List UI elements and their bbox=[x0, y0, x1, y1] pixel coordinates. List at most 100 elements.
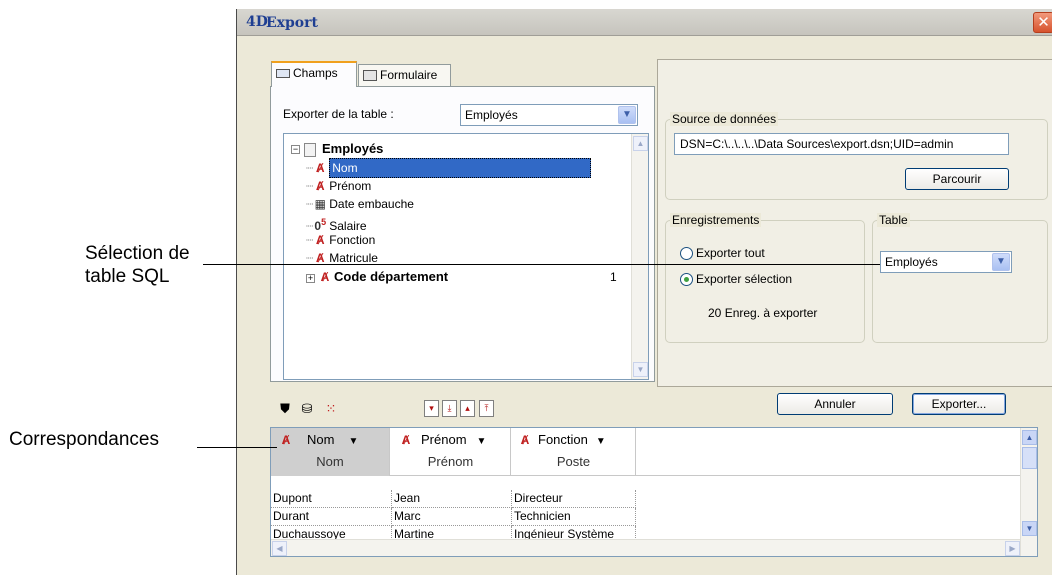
table-cell: Technicien bbox=[512, 508, 636, 526]
table-cell: Martine bbox=[392, 526, 512, 540]
window-title: Export bbox=[266, 15, 318, 31]
tree-field-label: Fonction bbox=[329, 233, 376, 247]
alpha-field-icon: Ⱥ bbox=[315, 161, 325, 175]
tree-field-label: Nom bbox=[329, 158, 592, 178]
tree-field-date-embauche[interactable]: ┈▦ Date embauche bbox=[306, 195, 414, 213]
chevron-down-icon[interactable]: ▼ bbox=[618, 106, 636, 124]
tree-field-label: Matricule bbox=[329, 251, 378, 265]
fields-tab-icon bbox=[276, 69, 290, 79]
table-cell: Marc bbox=[392, 508, 512, 526]
export-button[interactable]: Exporter... bbox=[912, 393, 1006, 415]
tree-field-prenom[interactable]: ┈ Ⱥ Prénom bbox=[306, 177, 371, 195]
move-down-icon[interactable]: ▾ bbox=[424, 400, 439, 417]
tree-related-count: 1 bbox=[610, 270, 617, 284]
sql-table-value: Employés bbox=[885, 255, 938, 269]
scroll-thumb[interactable] bbox=[1022, 447, 1037, 469]
table-cell: Dupont bbox=[271, 490, 392, 508]
mapping-column-sql: Poste bbox=[556, 454, 591, 469]
collapse-icon[interactable]: − bbox=[291, 145, 300, 154]
export-table-label: Exporter de la table : bbox=[283, 107, 394, 121]
callout-table-sql-line1: Sélection de bbox=[85, 243, 190, 264]
records-count-value: 20 bbox=[708, 306, 722, 320]
tree-root-label: Employés bbox=[322, 141, 384, 156]
close-button[interactable]: ✕ bbox=[1033, 12, 1052, 33]
mapping-rows: Dupont Jean Directeur Durant Marc Techni… bbox=[271, 490, 1021, 540]
mapping-column-2[interactable]: Ⱥ Fonction ▼ Poste bbox=[512, 428, 636, 476]
export-all-label[interactable]: Exporter tout bbox=[696, 246, 765, 260]
export-table-value: Employés bbox=[465, 108, 518, 122]
tab-champs[interactable]: Champs bbox=[271, 61, 357, 87]
mapping-column-sql: Nom bbox=[316, 454, 344, 469]
table-group-title: Table bbox=[877, 213, 910, 227]
close-icon: ✕ bbox=[1037, 14, 1050, 31]
alpha-field-icon: Ⱥ bbox=[315, 179, 325, 193]
export-selection-radio[interactable] bbox=[680, 273, 693, 286]
dsn-field[interactable]: DSN=C:\..\..\..\Data Sources\export.dsn;… bbox=[674, 133, 1009, 155]
table-group bbox=[872, 220, 1048, 343]
table-cell: Ingénieur Système bbox=[512, 526, 636, 540]
table-cell: Directeur bbox=[512, 490, 636, 508]
add-field-icon[interactable]: ⛊ bbox=[276, 400, 294, 418]
table-cell: Jean bbox=[392, 490, 512, 508]
callout-table-sql: Sélection de table SQL bbox=[85, 242, 190, 288]
tree-field-label: Prénom bbox=[329, 179, 372, 193]
clear-icon[interactable]: ⁙ bbox=[322, 400, 340, 418]
alpha-field-icon: Ⱥ bbox=[281, 433, 291, 447]
export-all-radio[interactable] bbox=[680, 247, 693, 260]
tree-related-field[interactable]: Ⱥ Code département bbox=[318, 268, 448, 286]
tab-formulaire[interactable]: Formulaire bbox=[358, 64, 451, 87]
table-icon bbox=[304, 142, 316, 157]
chevron-down-icon[interactable]: ▼ bbox=[596, 436, 606, 447]
chevron-down-icon[interactable]: ▼ bbox=[348, 436, 358, 447]
tab-formulaire-label: Formulaire bbox=[380, 68, 438, 82]
mapping-hscrollbar[interactable]: ◀ ▶ bbox=[271, 539, 1021, 556]
scroll-right-icon[interactable]: ▶ bbox=[1005, 541, 1020, 556]
app-logo: 4D bbox=[246, 14, 268, 30]
export-dialog: 4D Export ✕ Champs Formulaire Exporter d… bbox=[236, 9, 1052, 575]
export-table-select[interactable]: Employés ▼ bbox=[460, 104, 638, 126]
tree-field-salaire[interactable]: ┈05 Salaire bbox=[306, 213, 367, 233]
move-up-icon[interactable]: ▴ bbox=[460, 400, 475, 417]
move-top-icon[interactable]: ⤒ bbox=[479, 400, 494, 417]
fields-tree[interactable]: − Employés ┈ Ⱥ Nom ┈ Ⱥ Prénom ┈▦ Date embauch… bbox=[283, 133, 649, 380]
chevron-down-icon[interactable]: ▼ bbox=[477, 436, 487, 447]
alpha-field-icon: Ⱥ bbox=[320, 270, 330, 284]
scroll-up-icon[interactable]: ▲ bbox=[633, 136, 648, 151]
cancel-button[interactable]: Annuler bbox=[777, 393, 893, 415]
move-bottom-icon[interactable]: ⤓ bbox=[442, 400, 457, 417]
expand-icon[interactable]: + bbox=[306, 274, 315, 283]
mapping-column-1[interactable]: Ⱥ Prénom ▼ Prénom bbox=[391, 428, 511, 476]
mapping-column-field: Fonction bbox=[538, 432, 588, 447]
mapping-column-0[interactable]: Ⱥ Nom ▼ Nom bbox=[271, 428, 390, 476]
tree-root-table[interactable]: Employés bbox=[304, 140, 383, 158]
table-cell: Duchaussoye bbox=[271, 526, 392, 540]
callout-table-sql-line2: table SQL bbox=[85, 266, 170, 287]
mapping-header: Ⱥ Nom ▼ Nom Ⱥ Prénom ▼ Prénom Ⱥ Fonction ▼ Pos… bbox=[271, 428, 1021, 476]
mapping-column-sql: Prénom bbox=[427, 454, 474, 469]
export-selection-label[interactable]: Exporter sélection bbox=[696, 272, 792, 286]
scroll-left-icon[interactable]: ◀ bbox=[272, 541, 287, 556]
mapping-grid[interactable]: Ⱥ Nom ▼ Nom Ⱥ Prénom ▼ Prénom Ⱥ Fonction ▼ Pos… bbox=[270, 427, 1038, 557]
scroll-down-icon[interactable]: ▼ bbox=[1022, 521, 1037, 536]
sql-table-select[interactable]: Employés ▼ bbox=[880, 251, 1012, 273]
records-title: Enregistrements bbox=[670, 213, 762, 227]
alpha-field-icon: Ⱥ bbox=[520, 433, 530, 447]
browse-button[interactable]: Parcourir bbox=[905, 168, 1009, 190]
mapping-vscrollbar[interactable]: ▲ ▼ bbox=[1020, 428, 1037, 556]
tree-scrollbar[interactable]: ▲ ▼ bbox=[631, 134, 648, 379]
tree-field-nom[interactable]: ┈ Ⱥ Nom bbox=[306, 158, 592, 178]
alpha-field-icon: Ⱥ bbox=[315, 233, 325, 247]
records-count: 20 Enreg. à exporter bbox=[708, 306, 817, 320]
title-bar: 4D Export ✕ bbox=[237, 9, 1052, 36]
tree-field-fonction[interactable]: ┈ Ⱥ Fonction bbox=[306, 231, 375, 249]
chevron-down-icon[interactable]: ▼ bbox=[992, 253, 1010, 271]
form-tab-icon bbox=[363, 70, 377, 82]
records-count-label: Enreg. à exporter bbox=[724, 306, 818, 320]
scroll-up-icon[interactable]: ▲ bbox=[1022, 430, 1037, 445]
tree-field-label: Date embauche bbox=[329, 197, 414, 211]
add-all-icon[interactable]: ⛁ bbox=[298, 400, 316, 418]
callout-correspondances-line bbox=[197, 447, 277, 448]
alpha-field-icon: Ⱥ bbox=[401, 433, 411, 447]
mapping-column-field: Prénom bbox=[421, 432, 467, 447]
scroll-down-icon[interactable]: ▼ bbox=[633, 362, 648, 377]
